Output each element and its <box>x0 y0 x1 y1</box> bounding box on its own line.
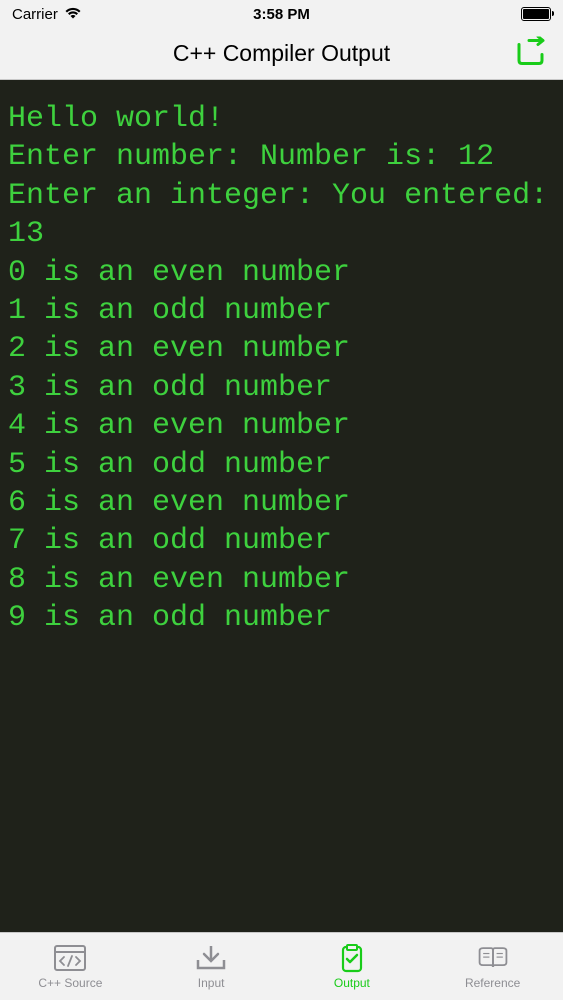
share-button[interactable] <box>515 36 549 71</box>
output-icon <box>335 943 369 973</box>
status-left: Carrier <box>12 6 82 23</box>
tab-input[interactable]: Input <box>141 943 282 990</box>
input-icon <box>194 943 228 973</box>
reference-icon <box>476 943 510 973</box>
source-icon <box>53 943 87 973</box>
console-text: Hello world! Enter number: Number is: 12… <box>8 100 555 637</box>
tab-bar: C++ Source Input Output <box>0 932 563 1000</box>
wifi-icon <box>64 6 82 23</box>
tab-input-label: Input <box>198 976 225 990</box>
time-label: 3:58 PM <box>253 6 310 23</box>
status-bar: Carrier 3:58 PM <box>0 0 563 28</box>
tab-reference-label: Reference <box>465 976 520 990</box>
nav-bar: C++ Compiler Output <box>0 28 563 80</box>
console-output: Hello world! Enter number: Number is: 12… <box>0 80 563 932</box>
tab-output[interactable]: Output <box>282 943 423 990</box>
page-title: C++ Compiler Output <box>173 40 390 67</box>
tab-source-label: C++ Source <box>38 976 102 990</box>
tab-source[interactable]: C++ Source <box>0 943 141 990</box>
carrier-label: Carrier <box>12 6 58 23</box>
tab-reference[interactable]: Reference <box>422 943 563 990</box>
tab-output-label: Output <box>334 976 370 990</box>
battery-icon <box>521 7 551 21</box>
share-icon <box>515 36 549 66</box>
